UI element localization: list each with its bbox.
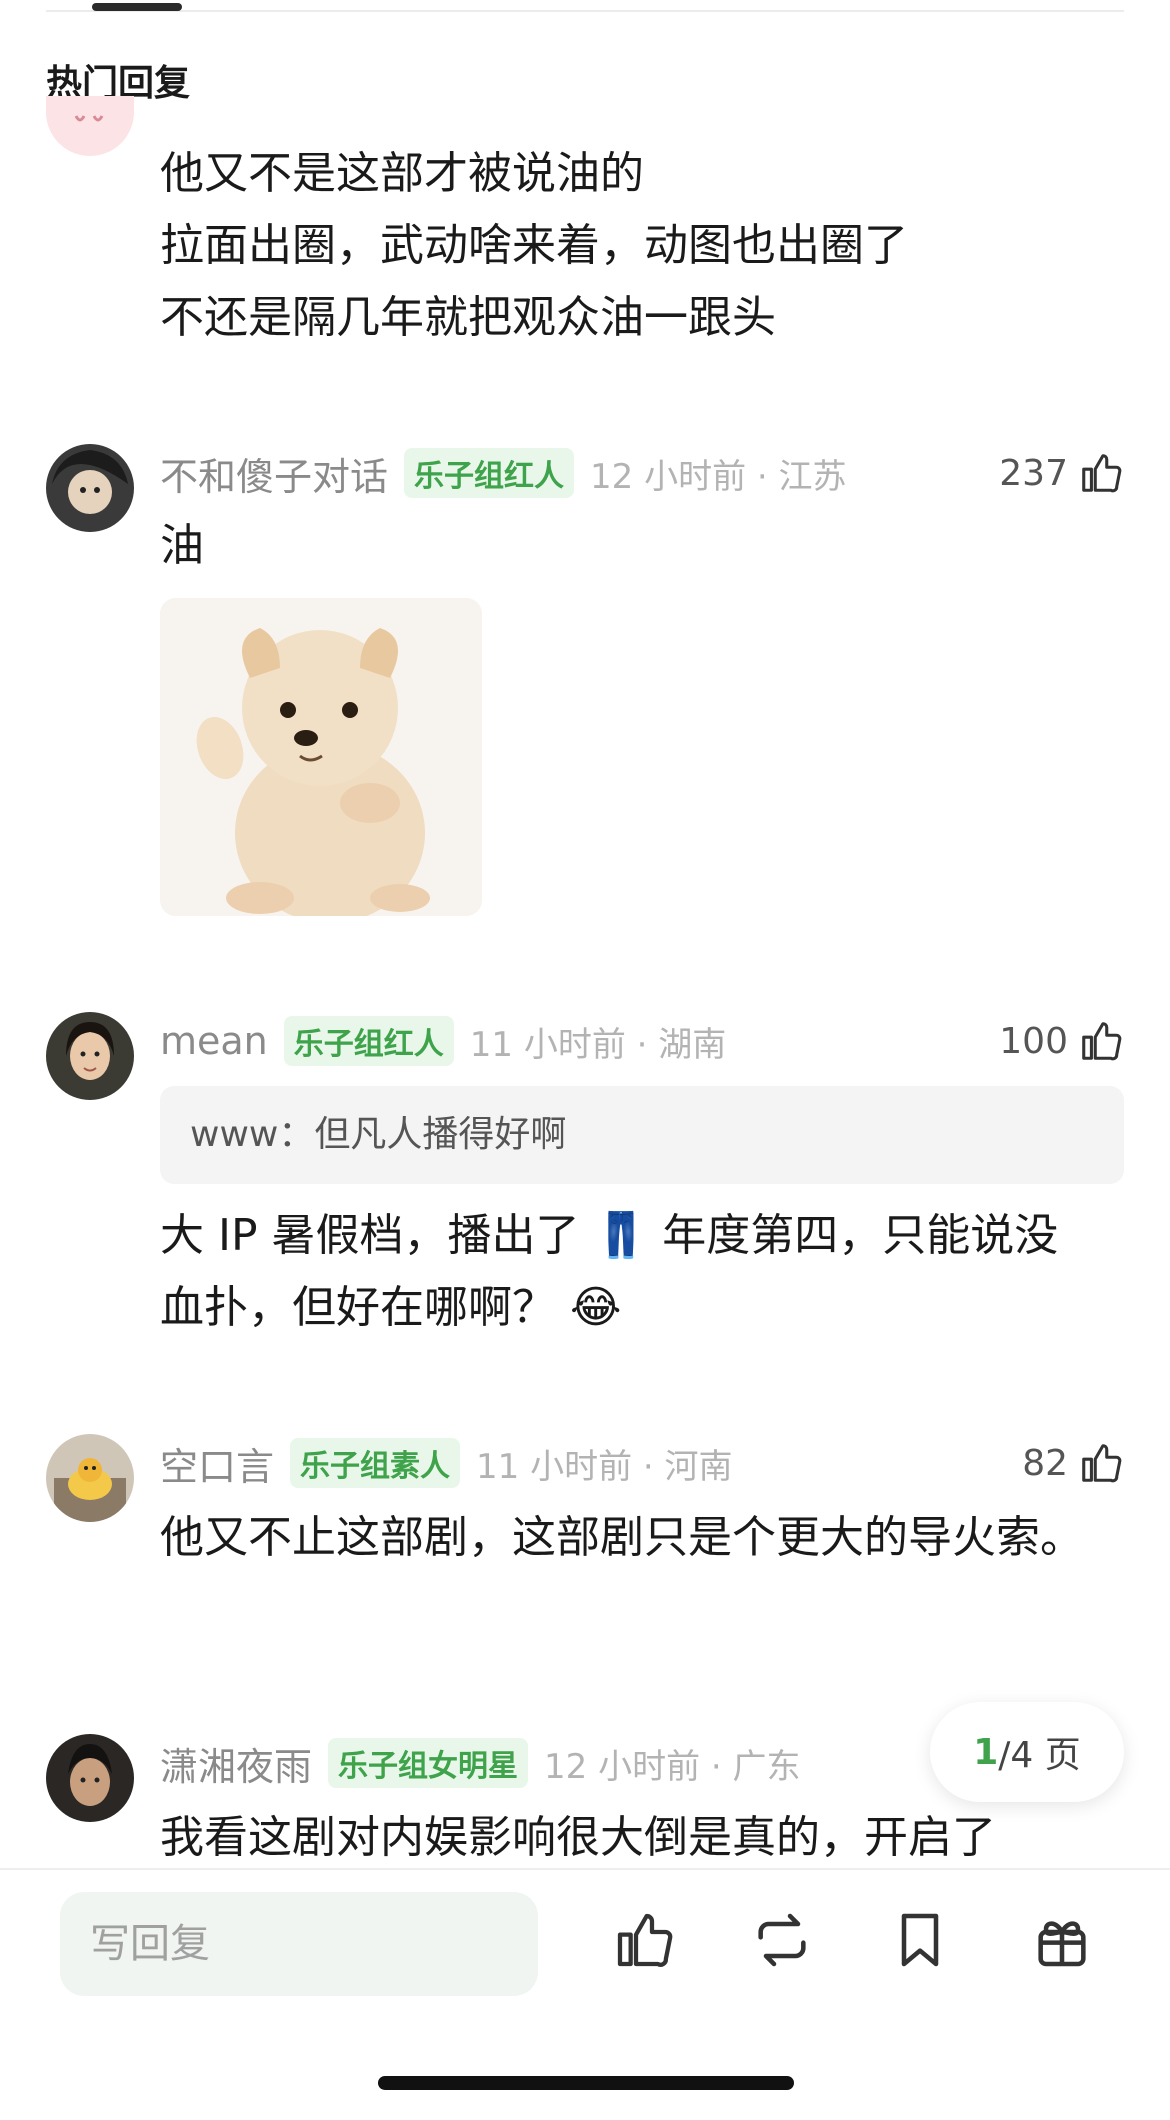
- bookmark-icon[interactable]: [888, 1908, 952, 1972]
- thumbs-up-icon[interactable]: [612, 1908, 676, 1972]
- comment-text: 大 IP 暑假档，播出了 👖 年度第四，只能说没 血扑，但好在哪啊？ 😂: [160, 1210, 1059, 1333]
- avatar[interactable]: [46, 1012, 134, 1100]
- user-badge: 乐子组女明星: [328, 1738, 529, 1788]
- top-divider: [46, 10, 1124, 12]
- home-indicator: [378, 2076, 794, 2090]
- username[interactable]: 空口言: [160, 1436, 274, 1491]
- quoted-reply[interactable]: www：但凡人播得好啊: [160, 1086, 1124, 1184]
- comment-meta: 11 小时前 · 湖南: [469, 1024, 727, 1065]
- tab-indicator: [92, 3, 182, 11]
- comment-meta: 11 小时前 · 河南: [476, 1446, 733, 1487]
- like-count: 100: [999, 1020, 1068, 1062]
- comment-header: 不和傻子对话 乐子组红人 12 小时前 · 江苏: [160, 444, 847, 502]
- avatar[interactable]: [46, 1734, 134, 1822]
- jeans-emoji: 👖: [593, 1210, 649, 1261]
- comment-meta: 12 小时前 · 江苏: [590, 456, 847, 497]
- username[interactable]: mean: [160, 1019, 268, 1063]
- thumbs-up-icon: [1082, 1022, 1122, 1061]
- comment-header: 空口言 乐子组素人 11 小时前 · 河南: [160, 1434, 733, 1492]
- repost-icon[interactable]: [750, 1908, 814, 1972]
- user-badge: 乐子组红人: [283, 1016, 454, 1066]
- comment-text: 油: [160, 520, 204, 571]
- page-indicator[interactable]: 1/4 页: [930, 1702, 1124, 1802]
- avatar[interactable]: [46, 1434, 134, 1522]
- username[interactable]: 不和傻子对话: [160, 446, 388, 501]
- comment-header: 潇湘夜雨 乐子组女明星 12 小时前 · 广东: [160, 1734, 801, 1792]
- like-button[interactable]: 100: [999, 1012, 1124, 1070]
- like-button[interactable]: 82: [1022, 1434, 1124, 1492]
- avatar[interactable]: [46, 444, 134, 532]
- username[interactable]: 潇湘夜雨: [160, 1736, 312, 1791]
- thumbs-up-icon: [1082, 1444, 1122, 1483]
- total-pages: /4 页: [998, 1735, 1081, 1776]
- current-page: 1: [973, 1731, 999, 1773]
- bottom-action-bar: [0, 1868, 1170, 2120]
- sticker-image[interactable]: [160, 598, 482, 916]
- thumbs-up-icon: [1082, 454, 1122, 493]
- like-button[interactable]: 237: [999, 444, 1124, 502]
- comment-text: 他又不止这部剧，这部剧只是个更大的导火索。: [160, 1512, 1084, 1563]
- like-count: 237: [999, 452, 1068, 494]
- user-badge: 乐子组红人: [404, 448, 575, 498]
- gift-icon[interactable]: [1030, 1908, 1094, 1972]
- comment-header: mean 乐子组红人 11 小时前 · 湖南: [160, 1012, 726, 1070]
- like-count: 82: [1022, 1442, 1068, 1484]
- user-badge: 乐子组素人: [290, 1438, 461, 1488]
- reply-input[interactable]: [60, 1892, 538, 1996]
- avatar[interactable]: [46, 96, 134, 156]
- laughing-emoji: 😂: [570, 1282, 622, 1333]
- comment-meta: 12 小时前 · 广东: [544, 1746, 801, 1787]
- comment-text: 他又不是这部才被说油的 拉面出圈，武动啥来着，动图也出圈了 不还是隔几年就把观众…: [160, 148, 908, 343]
- comment-text: 我看这剧对内娱影响很大倒是真的，开启了: [160, 1812, 996, 1863]
